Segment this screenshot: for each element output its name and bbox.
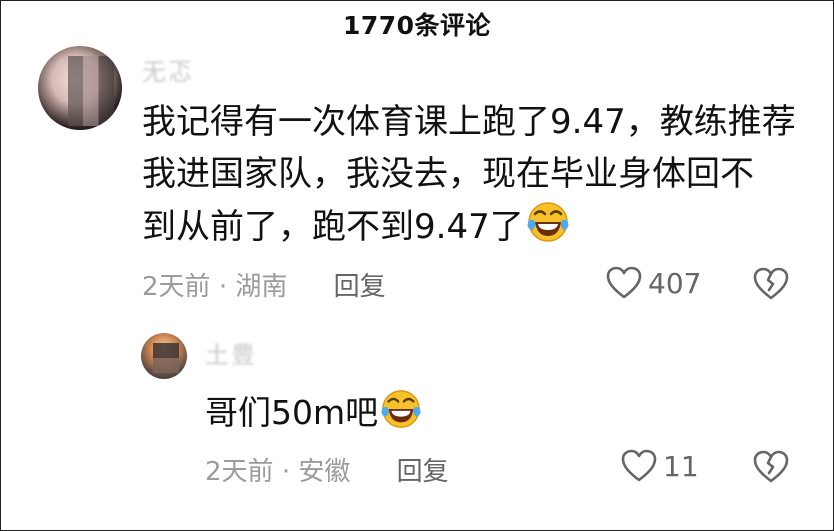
reply-location: 安徽 [298, 457, 351, 487]
username[interactable]: 无忑 [142, 52, 194, 87]
dislike-button[interactable] [752, 449, 790, 489]
heart-icon [621, 449, 657, 482]
broken-heart-icon [753, 450, 789, 483]
meta-separator: · [218, 272, 228, 302]
like-count: 11 [663, 449, 699, 483]
comment-time: 2天前 [142, 272, 211, 302]
dislike-button[interactable] [752, 266, 790, 306]
reply-username[interactable]: 土豊 [205, 335, 257, 370]
comment-line: 我记得有一次体育课上跑了9.47，教练推荐 [142, 102, 796, 142]
meta-separator: · [281, 457, 291, 487]
comment-meta: 2天前 · 湖南 回复 [142, 266, 386, 303]
heart-icon [606, 266, 642, 299]
comment-line: 我进国家队，我没去，现在毕业身体回不 [142, 154, 754, 194]
comment-line: 到从前了，跑不到9.47了 [142, 200, 812, 259]
laughing-tears-emoji-icon [380, 388, 422, 443]
comment-location: 湖南 [235, 272, 288, 302]
broken-heart-icon [753, 267, 789, 300]
comment-line-text: 到从前了，跑不到9.47了 [142, 207, 524, 247]
reply-button[interactable]: 回复 [334, 272, 386, 302]
comment-text: 我记得有一次体育课上跑了9.47，教练推荐 我进国家队，我没去，现在毕业身体回不… [142, 96, 812, 259]
reply-button[interactable]: 回复 [397, 457, 449, 487]
reply-text-content: 哥们50m吧 [205, 393, 379, 432]
reply-meta: 2天前 · 安徽 回复 [205, 451, 449, 488]
comments-count-title: 1770条评论 [342, 11, 492, 40]
laughing-tears-emoji-icon [526, 200, 570, 259]
reply-time: 2天前 [205, 457, 274, 487]
avatar-mosaic [153, 343, 179, 373]
avatar[interactable] [38, 46, 122, 130]
like-button[interactable]: 407 [606, 266, 701, 300]
reply-text: 哥们50m吧 [205, 388, 422, 443]
reply-avatar[interactable] [141, 333, 187, 379]
like-button[interactable]: 11 [621, 449, 699, 483]
like-count: 407 [648, 266, 702, 300]
avatar-mosaic [68, 56, 114, 126]
